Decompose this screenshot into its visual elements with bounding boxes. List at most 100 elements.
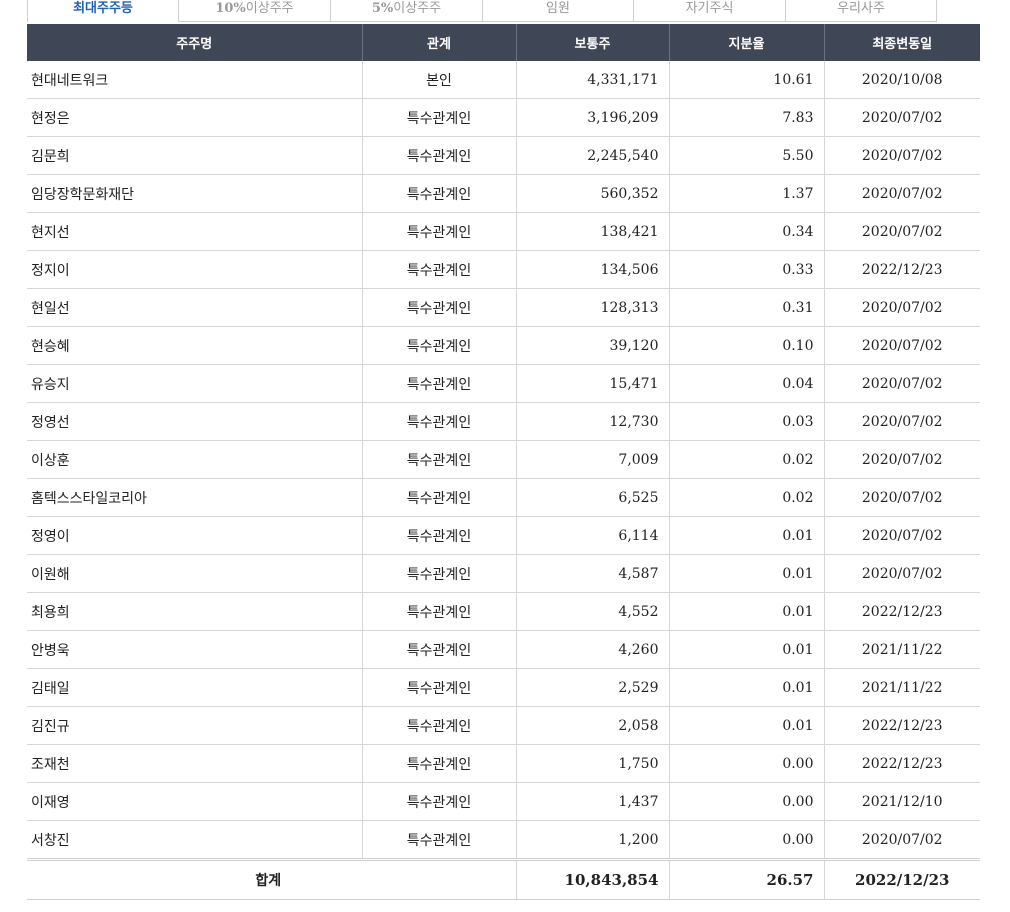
total-label: 합계 [27, 858, 516, 900]
common-shares-cell: 39,120 [515, 326, 669, 365]
common-shares-cell: 138,421 [515, 212, 669, 251]
last-change-date-cell: 2021/11/22 [823, 630, 980, 669]
common-shares-cell: 128,313 [515, 288, 669, 327]
table-row: 유승지 특수관계인 15,471 0.04 2020/07/02 [27, 364, 980, 403]
relation-cell: 특수관계인 [361, 326, 516, 365]
shareholder-name-cell: 현일선 [27, 288, 362, 327]
tab-treasury-stock[interactable]: 자기주식 [633, 0, 786, 22]
table-row: 정영선 특수관계인 12,730 0.03 2020/07/02 [27, 402, 980, 441]
ratio-cell: 0.31 [668, 288, 824, 327]
total-ratio: 26.57 [668, 858, 824, 900]
shareholder-name-cell: 정영선 [27, 402, 362, 441]
common-shares-cell: 12,730 [515, 402, 669, 441]
last-change-date-cell: 2022/12/23 [823, 744, 980, 783]
last-change-date-cell: 2020/07/02 [823, 98, 980, 137]
last-change-date-cell: 2020/07/02 [823, 136, 980, 175]
relation-cell: 특수관계인 [361, 288, 516, 327]
ratio-cell: 1.37 [668, 174, 824, 213]
tab-label: 최대주주등 [73, 1, 133, 16]
common-shares-cell: 3,196,209 [515, 98, 669, 137]
ratio-cell: 0.01 [668, 706, 824, 745]
relation-cell: 특수관계인 [361, 478, 516, 517]
tab-label: 자기주식 [685, 1, 734, 16]
relation-cell: 본인 [361, 61, 516, 99]
common-shares-cell: 134,506 [515, 250, 669, 289]
table-row: 현정은 특수관계인 3,196,209 7.83 2020/07/02 [27, 98, 980, 137]
common-shares-cell: 2,058 [515, 706, 669, 745]
shareholder-name-cell: 김문희 [27, 136, 362, 175]
shareholder-name-cell: 최용희 [27, 592, 362, 631]
relation-cell: 특수관계인 [361, 136, 516, 175]
common-shares-cell: 1,437 [515, 782, 669, 821]
ratio-cell: 5.50 [668, 136, 824, 175]
shareholder-name-cell: 이원해 [27, 554, 362, 593]
ratio-cell: 0.03 [668, 402, 824, 441]
shareholder-name-cell: 유승지 [27, 364, 362, 403]
col-header-common-shares[interactable]: 보통주 [515, 24, 669, 61]
tab-executives[interactable]: 임원 [482, 0, 634, 22]
table-row: 현지선 특수관계인 138,421 0.34 2020/07/02 [27, 212, 980, 251]
table-row: 김진규 특수관계인 2,058 0.01 2022/12/23 [27, 706, 980, 745]
total-date: 2022/12/23 [823, 858, 980, 900]
col-header-last-change-date[interactable]: 최종변동일 [823, 24, 980, 61]
shareholder-name-cell: 홈텍스스타일코리아 [27, 478, 362, 517]
shareholder-name-cell: 현대네트워크 [27, 61, 362, 99]
table-row: 홈텍스스타일코리아 특수관계인 6,525 0.02 2020/07/02 [27, 478, 980, 517]
table-row: 정영이 특수관계인 6,114 0.01 2020/07/02 [27, 516, 980, 555]
table-row: 정지이 특수관계인 134,506 0.33 2022/12/23 [27, 250, 980, 289]
tab-employee-stock[interactable]: 우리사주 [785, 0, 937, 22]
ratio-cell: 0.00 [668, 744, 824, 783]
relation-cell: 특수관계인 [361, 440, 516, 479]
tab-num: 5% [371, 1, 394, 16]
shareholder-name-cell: 임당장학문화재단 [27, 174, 362, 213]
last-change-date-cell: 2020/07/02 [823, 820, 980, 860]
shareholder-tabs: 최대주주등 10%이상주주 5%이상주주 임원 자기주식 우리사주 [27, 0, 980, 24]
table-row: 임당장학문화재단 특수관계인 560,352 1.37 2020/07/02 [27, 174, 980, 213]
common-shares-cell: 7,009 [515, 440, 669, 479]
common-shares-cell: 4,331,171 [515, 61, 669, 99]
table-row: 조재천 특수관계인 1,750 0.00 2022/12/23 [27, 744, 980, 783]
relation-cell: 특수관계인 [361, 212, 516, 251]
relation-cell: 특수관계인 [361, 554, 516, 593]
relation-cell: 특수관계인 [361, 744, 516, 783]
shareholder-name-cell: 이상훈 [27, 440, 362, 479]
shareholder-name-cell: 이재영 [27, 782, 362, 821]
col-header-ratio[interactable]: 지분율 [668, 24, 824, 61]
table-row: 현대네트워크 본인 4,331,171 10.61 2020/10/08 [27, 61, 980, 99]
relation-cell: 특수관계인 [361, 630, 516, 669]
shareholder-name-cell: 김태일 [27, 668, 362, 707]
last-change-date-cell: 2020/07/02 [823, 174, 980, 213]
ratio-cell: 0.34 [668, 212, 824, 251]
ratio-cell: 0.04 [668, 364, 824, 403]
last-change-date-cell: 2021/11/22 [823, 668, 980, 707]
tab-10pct-shareholder[interactable]: 10%이상주주 [178, 0, 331, 22]
table-row: 이원해 특수관계인 4,587 0.01 2020/07/02 [27, 554, 980, 593]
col-header-relation[interactable]: 관계 [361, 24, 516, 61]
common-shares-cell: 4,552 [515, 592, 669, 631]
relation-cell: 특수관계인 [361, 820, 516, 860]
last-change-date-cell: 2022/12/23 [823, 706, 980, 745]
common-shares-cell: 2,529 [515, 668, 669, 707]
relation-cell: 특수관계인 [361, 250, 516, 289]
tab-largest-shareholder[interactable]: 최대주주등 [27, 0, 179, 22]
col-header-name[interactable]: 주주명 [27, 24, 362, 61]
common-shares-cell: 2,245,540 [515, 136, 669, 175]
last-change-date-cell: 2022/12/23 [823, 592, 980, 631]
relation-cell: 특수관계인 [361, 402, 516, 441]
common-shares-cell: 6,525 [515, 478, 669, 517]
common-shares-cell: 4,587 [515, 554, 669, 593]
last-change-date-cell: 2020/10/08 [823, 61, 980, 99]
tab-label: 우리사주 [837, 1, 885, 16]
shareholder-name-cell: 정영이 [27, 516, 362, 555]
table-body: 현대네트워크 본인 4,331,171 10.61 2020/10/08 현정은 특수관계인… [27, 61, 980, 860]
table-row: 이재영 특수관계인 1,437 0.00 2021/12/10 [27, 782, 980, 821]
total-shares: 10,843,854 [515, 858, 669, 900]
shareholder-name-cell: 정지이 [27, 250, 362, 289]
last-change-date-cell: 2020/07/02 [823, 440, 980, 479]
last-change-date-cell: 2020/07/02 [823, 402, 980, 441]
ratio-cell: 7.83 [668, 98, 824, 137]
shareholder-name-cell: 조재천 [27, 744, 362, 783]
common-shares-cell: 560,352 [515, 174, 669, 213]
shareholder-name-cell: 현정은 [27, 98, 362, 137]
tab-5pct-shareholder[interactable]: 5%이상주주 [330, 0, 483, 22]
